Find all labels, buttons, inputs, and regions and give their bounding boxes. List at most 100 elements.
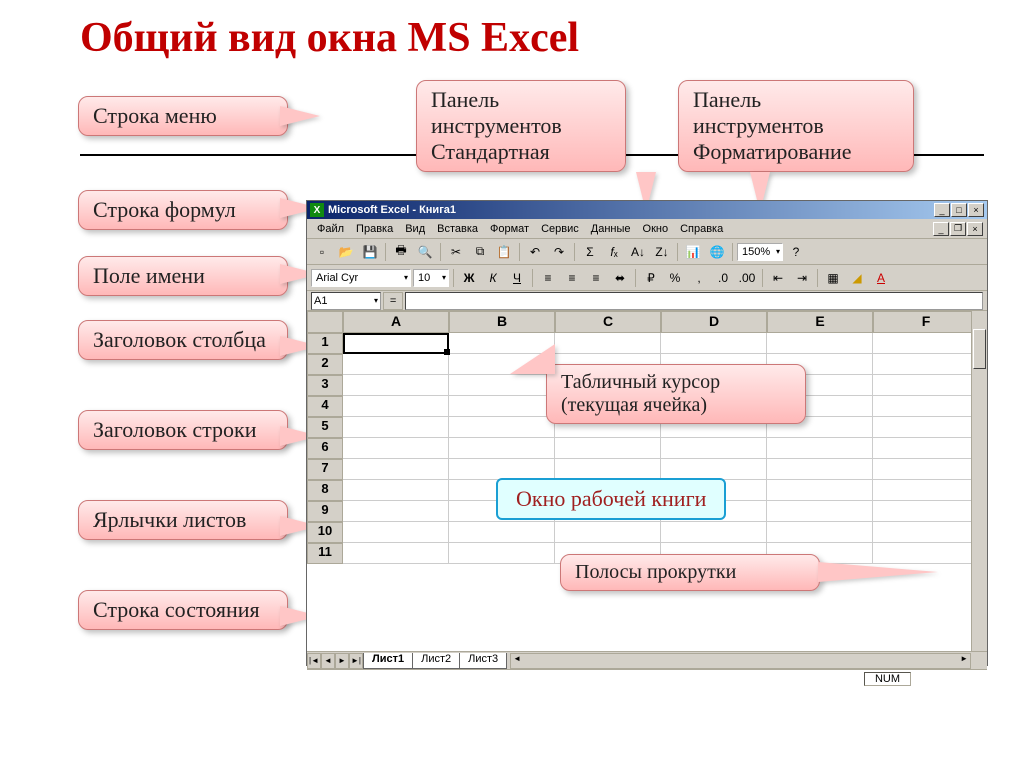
sheet-tab[interactable]: Лист3	[459, 653, 507, 669]
copy-icon[interactable]: ⧉	[469, 242, 491, 262]
align-center-icon[interactable]: ≡	[561, 268, 583, 288]
comma-icon[interactable]: ,	[688, 268, 710, 288]
cell[interactable]	[449, 522, 555, 543]
cell[interactable]	[449, 396, 555, 417]
cell[interactable]	[343, 438, 449, 459]
cell[interactable]	[873, 396, 979, 417]
redo-icon[interactable]: ↷	[548, 242, 570, 262]
dec-decimal-icon[interactable]: .00	[736, 268, 758, 288]
fill-color-icon[interactable]: ◢	[846, 268, 868, 288]
borders-icon[interactable]: ▦	[822, 268, 844, 288]
menu-data[interactable]: Данные	[585, 221, 637, 237]
cell[interactable]	[767, 333, 873, 354]
cell[interactable]	[873, 438, 979, 459]
menu-format[interactable]: Формат	[484, 221, 535, 237]
cell[interactable]	[767, 480, 873, 501]
cell[interactable]	[555, 459, 661, 480]
cell[interactable]	[449, 543, 555, 564]
cell[interactable]	[449, 417, 555, 438]
row-header[interactable]: 4	[307, 396, 343, 417]
cell[interactable]	[343, 543, 449, 564]
cell[interactable]	[873, 522, 979, 543]
cell[interactable]	[343, 459, 449, 480]
cell[interactable]	[873, 480, 979, 501]
horizontal-scrollbar[interactable]	[510, 653, 971, 669]
font-name-select[interactable]: Arial Cyr	[311, 269, 411, 287]
cell[interactable]	[661, 438, 767, 459]
tab-first-icon[interactable]: |◄	[307, 653, 321, 669]
cell[interactable]	[555, 333, 661, 354]
col-header[interactable]: B	[449, 311, 555, 333]
underline-icon[interactable]: Ч	[506, 268, 528, 288]
cut-icon[interactable]: ✂	[445, 242, 467, 262]
sheet-tab[interactable]: Лист1	[363, 653, 413, 669]
zoom-select[interactable]: 150%	[737, 243, 783, 261]
tab-last-icon[interactable]: ►|	[349, 653, 363, 669]
row-header[interactable]: 10	[307, 522, 343, 543]
italic-icon[interactable]: К	[482, 268, 504, 288]
name-box[interactable]: A1	[311, 292, 381, 310]
cell[interactable]	[343, 333, 449, 354]
row-header[interactable]: 2	[307, 354, 343, 375]
cell[interactable]	[343, 501, 449, 522]
cell[interactable]	[343, 375, 449, 396]
map-icon[interactable]: 🌐	[706, 242, 728, 262]
close-button[interactable]: ×	[968, 203, 984, 217]
menu-tools[interactable]: Сервис	[535, 221, 585, 237]
help-icon[interactable]: ?	[785, 242, 807, 262]
cell[interactable]	[343, 522, 449, 543]
doc-close-button[interactable]: ×	[967, 222, 983, 236]
col-header[interactable]: A	[343, 311, 449, 333]
cell[interactable]	[767, 438, 873, 459]
cell[interactable]	[873, 543, 979, 564]
save-icon[interactable]: 💾	[359, 242, 381, 262]
cell[interactable]	[873, 459, 979, 480]
menu-edit[interactable]: Правка	[350, 221, 399, 237]
menu-insert[interactable]: Вставка	[431, 221, 484, 237]
menu-view[interactable]: Вид	[399, 221, 431, 237]
minimize-button[interactable]: _	[934, 203, 950, 217]
align-right-icon[interactable]: ≡	[585, 268, 607, 288]
cell[interactable]	[661, 459, 767, 480]
select-all-corner[interactable]	[307, 311, 343, 333]
col-header[interactable]: E	[767, 311, 873, 333]
cell[interactable]	[343, 396, 449, 417]
cell[interactable]	[449, 375, 555, 396]
cell[interactable]	[343, 480, 449, 501]
font-color-icon[interactable]: A	[870, 268, 892, 288]
cell[interactable]	[873, 501, 979, 522]
menu-help[interactable]: Справка	[674, 221, 729, 237]
menu-file[interactable]: Файл	[311, 221, 350, 237]
row-header[interactable]: 3	[307, 375, 343, 396]
cell[interactable]	[767, 522, 873, 543]
vertical-scrollbar[interactable]	[971, 311, 987, 651]
cell[interactable]	[343, 354, 449, 375]
cell[interactable]	[449, 459, 555, 480]
cell[interactable]	[449, 438, 555, 459]
fx-icon[interactable]: fₓ	[603, 242, 625, 262]
cell[interactable]	[873, 333, 979, 354]
cell[interactable]	[873, 417, 979, 438]
row-header[interactable]: 5	[307, 417, 343, 438]
row-header[interactable]: 1	[307, 333, 343, 354]
row-header[interactable]: 7	[307, 459, 343, 480]
indent-dec-icon[interactable]: ⇤	[767, 268, 789, 288]
cell[interactable]	[661, 522, 767, 543]
tab-prev-icon[interactable]: ◄	[321, 653, 335, 669]
sort-asc-icon[interactable]: A↓	[627, 242, 649, 262]
print-icon[interactable]: 🖶	[390, 242, 412, 262]
indent-inc-icon[interactable]: ⇥	[791, 268, 813, 288]
preview-icon[interactable]: 🔍	[414, 242, 436, 262]
tab-next-icon[interactable]: ►	[335, 653, 349, 669]
row-header[interactable]: 9	[307, 501, 343, 522]
open-icon[interactable]: 📂	[335, 242, 357, 262]
doc-restore-button[interactable]: ❐	[950, 222, 966, 236]
cell[interactable]	[661, 333, 767, 354]
fx-button[interactable]: =	[383, 292, 403, 310]
row-header[interactable]: 6	[307, 438, 343, 459]
row-header[interactable]: 11	[307, 543, 343, 564]
row-header[interactable]: 8	[307, 480, 343, 501]
cell[interactable]	[873, 375, 979, 396]
font-size-select[interactable]: 10	[413, 269, 449, 287]
cell[interactable]	[343, 417, 449, 438]
